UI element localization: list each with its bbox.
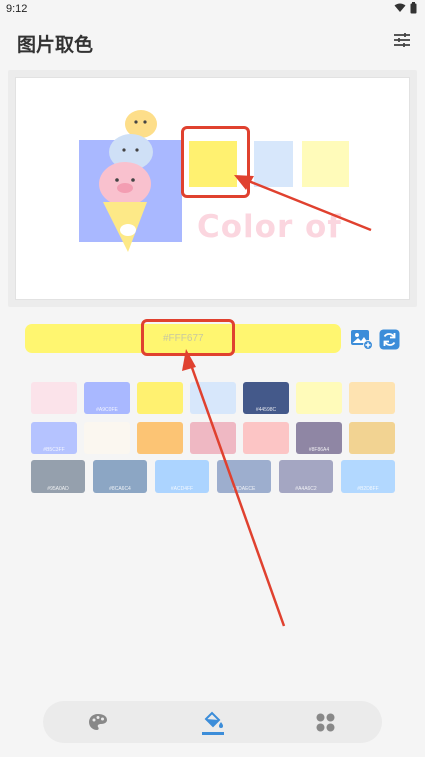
- grid-tab-icon[interactable]: [316, 713, 335, 732]
- paint-bucket-tab-icon[interactable]: [201, 710, 225, 736]
- annotation-arrows: [182, 175, 372, 627]
- palette-tab-icon[interactable]: [88, 712, 108, 732]
